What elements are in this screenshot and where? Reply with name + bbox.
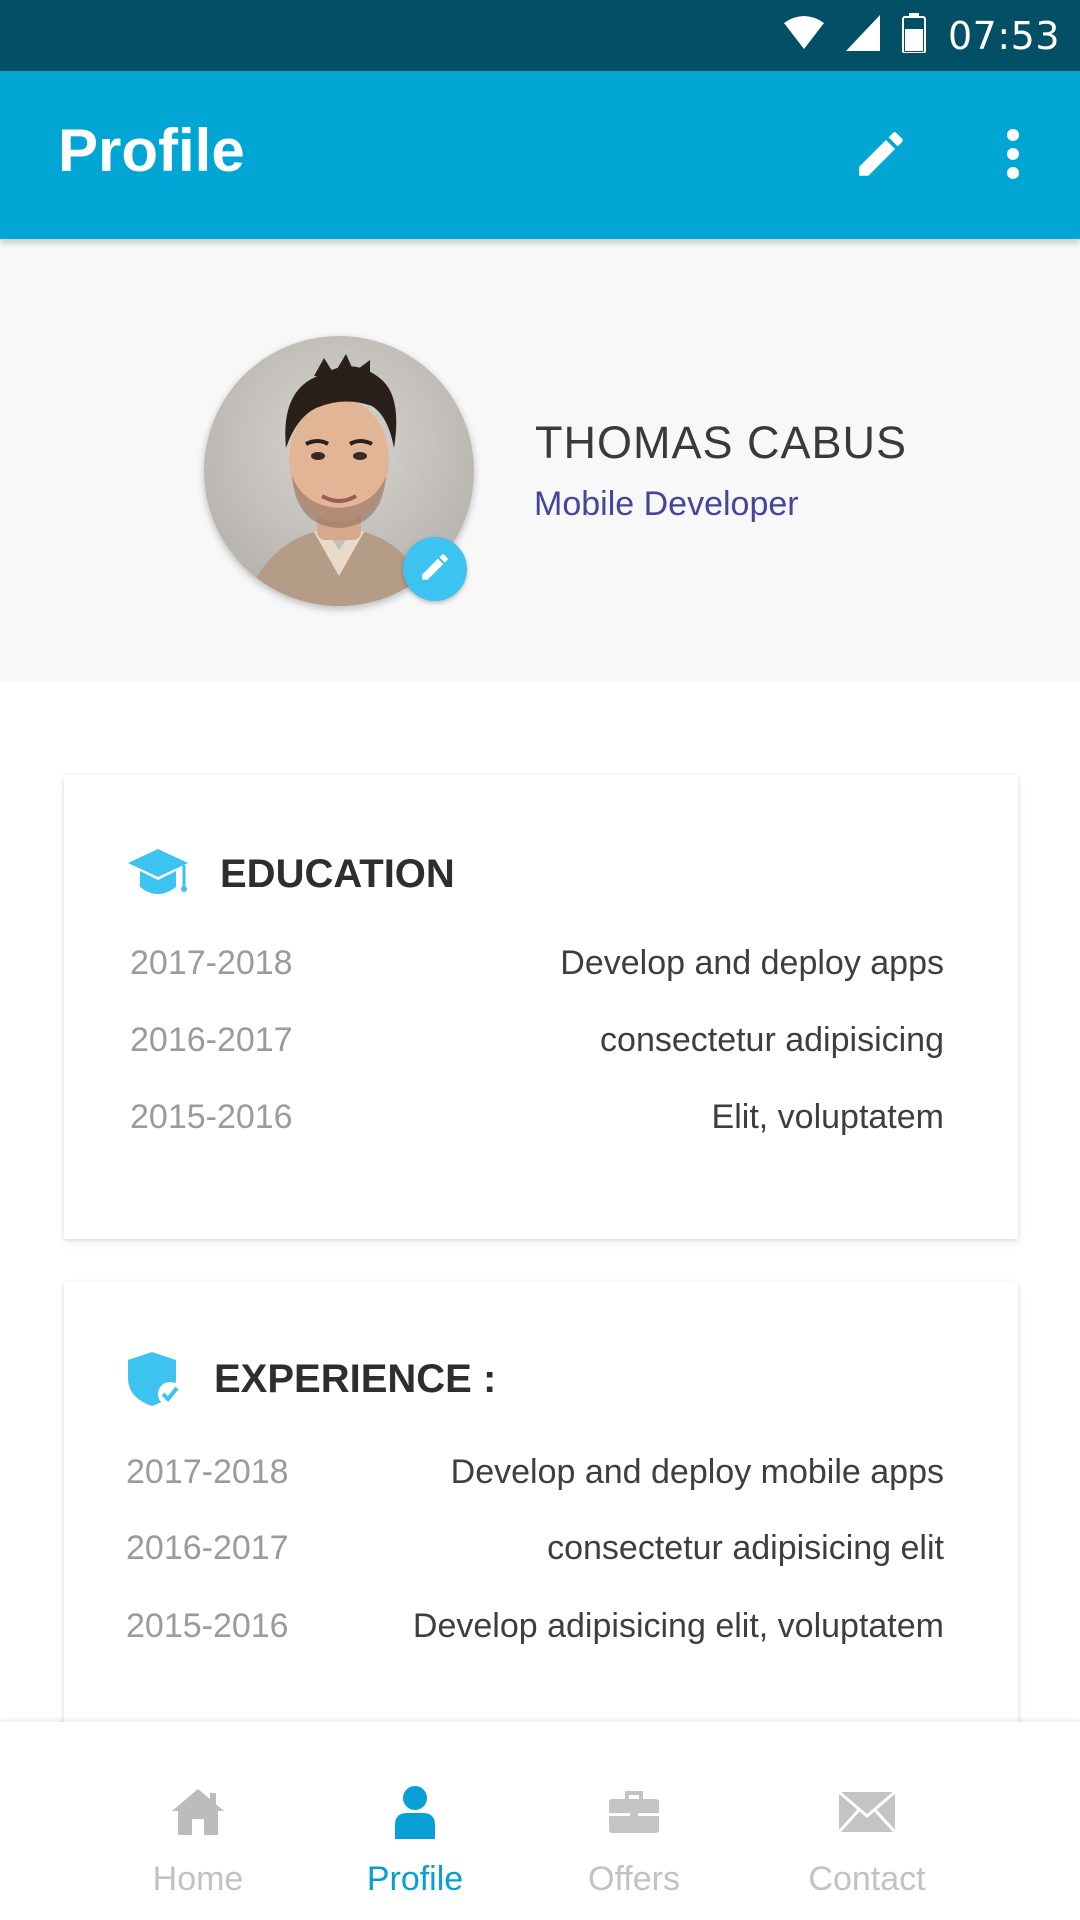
app-bar: Profile: [0, 71, 1080, 239]
list-item: 2017-2018 Develop and deploy mobile apps: [126, 1452, 944, 1492]
experience-title: EXPERIENCE :: [214, 1357, 497, 1401]
row-description: consectetur adipisicing: [600, 1020, 944, 1059]
education-header: EDUCATION: [126, 847, 455, 901]
nav-item-contact[interactable]: Contact: [757, 1722, 977, 1920]
more-options-button[interactable]: [978, 121, 1048, 191]
nav-label-home: Home: [152, 1860, 244, 1898]
experience-header: EXPERIENCE :: [126, 1350, 496, 1408]
person-icon: [385, 1782, 445, 1842]
profile-header: THOMAS CABUS Mobile Developer: [0, 239, 1080, 682]
pencil-icon: [418, 550, 452, 589]
nav-item-profile[interactable]: Profile: [305, 1722, 525, 1920]
profile-role: Mobile Developer: [534, 485, 799, 523]
nav-label-offers: Offers: [588, 1860, 680, 1898]
education-title: EDUCATION: [220, 852, 455, 896]
page-title: Profile: [58, 117, 245, 184]
profile-name: THOMAS CABUS: [535, 417, 908, 468]
edit-button[interactable]: [846, 121, 916, 191]
row-description: Develop and deploy mobile apps: [450, 1452, 944, 1491]
nav-label-profile: Profile: [366, 1860, 464, 1898]
list-item: 2015-2016 Elit, voluptatem: [130, 1097, 944, 1137]
status-icons: 07:53: [783, 0, 1060, 71]
shield-check-icon: [126, 1350, 184, 1408]
row-description: consectetur adipisicing elit: [547, 1528, 944, 1567]
list-item: 2015-2016 Develop adipisicing elit, volu…: [126, 1606, 944, 1646]
nav-item-offers[interactable]: Offers: [524, 1722, 744, 1920]
row-year: 2016-2017: [130, 1020, 293, 1059]
home-icon: [168, 1782, 228, 1842]
experience-card: EXPERIENCE : 2017-2018 Develop and deplo…: [64, 1282, 1018, 1742]
row-year: 2017-2018: [126, 1452, 289, 1491]
list-item: 2017-2018 Develop and deploy apps: [130, 943, 944, 983]
nav-item-home[interactable]: Home: [88, 1722, 308, 1920]
bottom-navigation: Home Profile Offers Contact: [0, 1722, 1080, 1920]
row-year: 2017-2018: [130, 943, 293, 982]
avatar-edit-button[interactable]: [403, 537, 467, 601]
row-year: 2015-2016: [130, 1097, 293, 1136]
row-description: Develop and deploy apps: [560, 943, 944, 982]
envelope-icon: [837, 1782, 897, 1842]
list-item: 2016-2017 consectetur adipisicing: [130, 1020, 944, 1060]
row-description: Elit, voluptatem: [711, 1097, 944, 1136]
battery-icon: [901, 13, 926, 58]
graduation-cap-icon: [126, 847, 190, 901]
briefcase-icon: [604, 1782, 664, 1842]
nav-label-contact: Contact: [808, 1860, 926, 1898]
signal-icon: [845, 15, 880, 56]
row-year: 2015-2016: [126, 1606, 289, 1645]
row-year: 2016-2017: [126, 1528, 289, 1567]
list-item: 2016-2017 consectetur adipisicing elit: [126, 1528, 944, 1568]
status-bar: 07:53: [0, 0, 1080, 71]
status-time: 07:53: [947, 13, 1060, 58]
wifi-icon: [783, 15, 824, 56]
edit-icon: [852, 125, 910, 188]
row-description: Develop adipisicing elit, voluptatem: [412, 1606, 944, 1645]
more-vert-icon: [1005, 128, 1021, 185]
education-card: EDUCATION 2017-2018 Develop and deploy a…: [64, 775, 1018, 1239]
